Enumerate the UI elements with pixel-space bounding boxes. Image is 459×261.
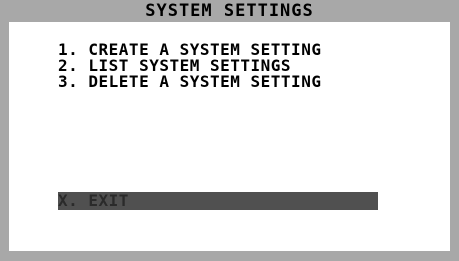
window-title: SYSTEM SETTINGS bbox=[145, 1, 314, 21]
menu-item-delete-system-setting[interactable]: 3. DELETE A SYSTEM SETTING bbox=[58, 74, 321, 90]
exit-label: X. EXIT bbox=[58, 191, 129, 210]
terminal-screen: SYSTEM SETTINGS 1. CREATE A SYSTEM SETTI… bbox=[0, 0, 459, 261]
menu-item-exit-highlighted[interactable]: X. EXIT bbox=[58, 192, 378, 210]
settings-menu: 1. CREATE A SYSTEM SETTING 2. LIST SYSTE… bbox=[58, 42, 321, 90]
